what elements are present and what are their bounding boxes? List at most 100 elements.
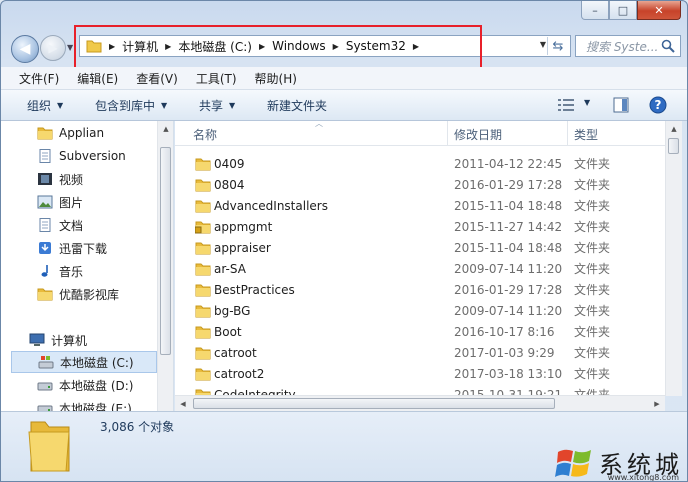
file-row[interactable]: 0804 2016-01-29 17:28 文件夹 — [175, 174, 665, 195]
menu-help[interactable]: 帮助(H) — [255, 70, 297, 87]
nav-item-computer[interactable]: 计算机 — [29, 330, 87, 350]
nav-item-drive[interactable]: 本地磁盘 (E:) — [37, 398, 132, 411]
nav-item[interactable]: Subversion — [37, 146, 126, 166]
scroll-up-icon[interactable]: ▲ — [666, 121, 682, 137]
file-type: 文件夹 — [574, 283, 611, 297]
nav-item-drive[interactable]: 本地磁盘 (C:) — [11, 351, 157, 373]
music-icon — [37, 264, 53, 281]
breadcrumb-windows[interactable]: Windows — [272, 39, 326, 53]
nav-item[interactable]: 迅雷下载 — [37, 238, 107, 258]
file-row[interactable]: appraiser 2015-11-04 18:48 文件夹 — [175, 237, 665, 258]
new-folder-button[interactable]: 新建文件夹 — [267, 97, 327, 114]
column-date[interactable]: 修改日期 — [454, 126, 502, 143]
folder-icon — [195, 346, 211, 363]
file-row[interactable]: bg-BG 2009-07-14 11:20 文件夹 — [175, 300, 665, 321]
horizontal-scroll-thumb[interactable] — [193, 398, 555, 409]
breadcrumb-computer[interactable]: 计算机 — [122, 38, 158, 55]
details-pane: 3,086 个对象 系统城 www.xitong8.com — [1, 411, 687, 481]
file-name: Boot — [214, 324, 242, 339]
forward-button[interactable]: ▶ — [40, 35, 66, 61]
download-icon — [37, 241, 53, 258]
include-in-library-button[interactable]: 包含到库中 ▼ — [95, 97, 167, 114]
locked-folder-icon — [194, 220, 211, 237]
folder-icon — [37, 287, 53, 304]
file-name: BestPractices — [214, 282, 295, 297]
horizontal-scrollbar[interactable]: ◀ ▶ — [175, 395, 665, 412]
menu-edit[interactable]: 编辑(E) — [77, 70, 118, 87]
file-date: 2015-11-27 14:42 — [454, 219, 563, 234]
nav-item-label: 文档 — [59, 218, 84, 233]
scroll-right-icon[interactable]: ▶ — [649, 396, 665, 412]
file-row[interactable]: catroot 2017-01-03 9:29 文件夹 — [175, 342, 665, 363]
file-name: catroot — [214, 345, 257, 360]
search-icon[interactable] — [661, 39, 675, 53]
video-icon — [37, 172, 53, 189]
nav-item[interactable]: 图片 — [37, 192, 83, 212]
file-row[interactable]: Boot 2016-10-17 8:16 文件夹 — [175, 321, 665, 342]
breadcrumb-c-drive[interactable]: 本地磁盘 (C:) — [178, 38, 252, 55]
refresh-icon: ⇆ — [552, 38, 564, 54]
menu-file[interactable]: 文件(F) — [19, 70, 59, 87]
share-button[interactable]: 共享 ▼ — [199, 97, 235, 114]
sort-ascending-icon: ︿ — [315, 121, 323, 128]
preview-pane-icon[interactable] — [613, 97, 629, 113]
file-row[interactable]: AdvancedInstallers 2015-11-04 18:48 文件夹 — [175, 195, 665, 216]
file-date: 2017-03-18 13:10 — [454, 366, 563, 381]
chevron-right-icon[interactable]: ▶ — [259, 42, 265, 51]
scroll-left-icon[interactable]: ◀ — [175, 396, 191, 412]
nav-item-label: 优酷影视库 — [59, 287, 120, 302]
nav-item[interactable]: 文档 — [37, 215, 83, 235]
nav-item-label: Applian — [59, 126, 105, 140]
close-button[interactable]: ✕ — [637, 1, 681, 20]
file-date: 2017-01-03 9:29 — [454, 345, 555, 360]
file-name: 0409 — [214, 156, 245, 171]
file-list-scrollbar[interactable]: ▲ — [665, 121, 682, 396]
file-row[interactable]: catroot2 2017-03-18 13:10 文件夹 — [175, 363, 665, 384]
windows-flag-icon — [555, 449, 591, 477]
nav-item-drive[interactable]: 本地磁盘 (D:) — [37, 375, 133, 395]
chevron-right-icon[interactable]: ▶ — [165, 42, 171, 51]
nav-item[interactable]: 音乐 — [37, 261, 83, 281]
nav-item-label: 本地磁盘 (E:) — [59, 401, 132, 412]
menu-bar: 文件(F) 编辑(E) 查看(V) 工具(T) 帮助(H) — [1, 67, 687, 90]
drive-icon — [37, 401, 53, 411]
scroll-up-icon[interactable]: ▲ — [158, 121, 173, 137]
folder-icon — [195, 262, 211, 279]
nav-item-label: 迅雷下载 — [59, 241, 108, 256]
view-dropdown-icon[interactable]: ▼ — [584, 98, 590, 107]
file-row[interactable]: appmgmt 2015-11-27 14:42 文件夹 — [175, 216, 665, 237]
breadcrumb-system32[interactable]: System32 — [346, 39, 406, 53]
organize-button[interactable]: 组织 ▼ — [27, 97, 63, 114]
file-list-scroll-thumb[interactable] — [668, 138, 679, 154]
forward-arrow-icon: ▶ — [48, 41, 58, 55]
menu-tools[interactable]: 工具(T) — [196, 70, 237, 87]
help-icon[interactable]: ? — [649, 96, 667, 114]
minimize-button[interactable]: – — [581, 1, 609, 20]
nav-item[interactable]: 优酷影视库 — [37, 284, 119, 304]
menu-view[interactable]: 查看(V) — [136, 70, 178, 87]
chevron-right-icon[interactable]: ▶ — [109, 42, 115, 51]
explorer-window: – □ ✕ ◀ ▶ ▼ ▶ 计算机 ▶ 本地磁盘 (C:) ▶ Windows … — [0, 0, 688, 482]
address-history-dropdown-icon[interactable]: ▼ — [540, 40, 546, 49]
back-button[interactable]: ◀ — [11, 35, 39, 63]
large-folder-icon — [28, 421, 70, 472]
chevron-right-icon[interactable]: ▶ — [413, 42, 419, 51]
file-row[interactable]: BestPractices 2016-01-29 17:28 文件夹 — [175, 279, 665, 300]
column-type[interactable]: 类型 — [574, 126, 598, 143]
file-row[interactable]: 0409 2011-04-12 22:45 文件夹 — [175, 153, 665, 174]
nav-item[interactable]: 视频 — [37, 169, 83, 189]
nav-item[interactable]: Applian — [37, 123, 104, 143]
recent-pages-dropdown-icon[interactable]: ▼ — [67, 43, 73, 52]
search-box[interactable]: 搜索 Syste... — [575, 35, 681, 57]
nav-scrollbar[interactable]: ▲ — [157, 121, 173, 411]
nav-item-label: 本地磁盘 (C:) — [60, 355, 134, 370]
refresh-button[interactable]: ⇆ — [547, 37, 568, 55]
column-name[interactable]: 名称 — [193, 126, 217, 143]
chevron-right-icon[interactable]: ▶ — [333, 42, 339, 51]
view-options-icon[interactable] — [558, 98, 574, 112]
maximize-button[interactable]: □ — [609, 1, 637, 20]
nav-scroll-thumb[interactable] — [160, 147, 171, 355]
address-bar[interactable]: ▶ 计算机 ▶ 本地磁盘 (C:) ▶ Windows ▶ System32 ▶… — [79, 35, 571, 57]
nav-item-label: Subversion — [59, 149, 126, 163]
file-row[interactable]: ar-SA 2009-07-14 11:20 文件夹 — [175, 258, 665, 279]
